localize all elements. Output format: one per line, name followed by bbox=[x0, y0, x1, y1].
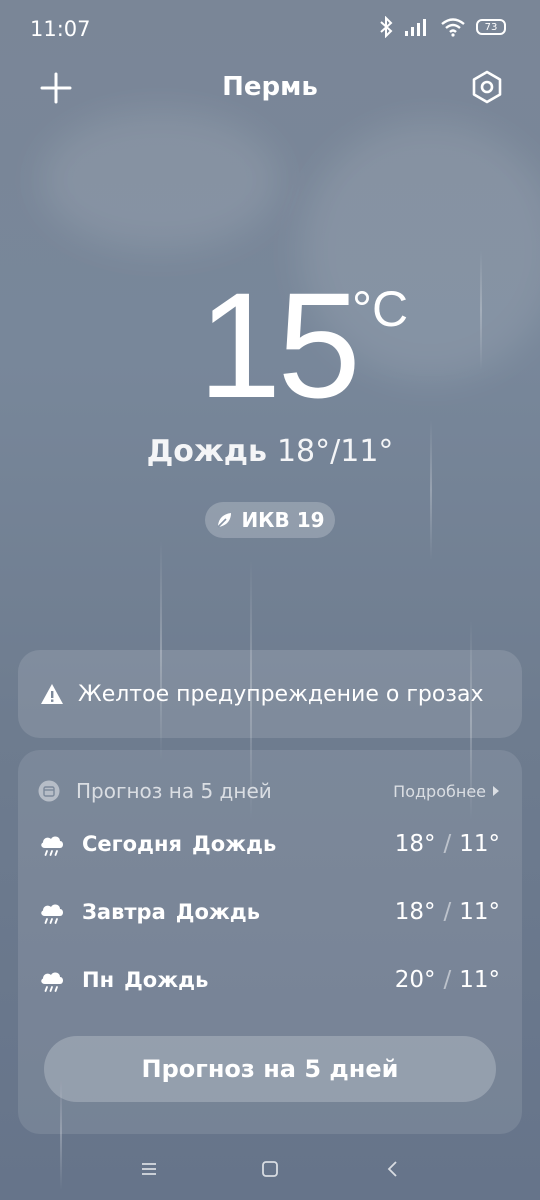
forecast-low: 11° bbox=[459, 899, 500, 925]
calendar-icon bbox=[38, 780, 60, 802]
rain-cloud-icon bbox=[41, 836, 63, 856]
rain-cloud-icon bbox=[41, 904, 63, 924]
forecast-day: Завтра bbox=[82, 900, 166, 924]
current-condition-line: Дождь 18°/11° bbox=[0, 434, 540, 469]
forecast-low: 11° bbox=[459, 967, 500, 993]
forecast-temps: 18° / 11° bbox=[395, 831, 500, 857]
nav-back-button[interactable] bbox=[378, 1154, 408, 1184]
temperature-unit: °C bbox=[352, 281, 409, 337]
current-temperature: 15 bbox=[198, 261, 361, 429]
top-bar: Пермь bbox=[0, 64, 540, 112]
settings-hex-icon bbox=[472, 70, 502, 104]
forecast-high: 18° bbox=[394, 899, 436, 925]
forecast-more-label: Подробнее bbox=[393, 781, 486, 801]
forecast-row[interactable]: Сегодня Дождь 18° / 11° bbox=[38, 826, 500, 862]
signal-icon bbox=[405, 19, 426, 36]
status-time: 11:07 bbox=[30, 17, 91, 41]
forecast-more-link[interactable]: Подробнее bbox=[393, 782, 500, 801]
cloud-decoration bbox=[40, 110, 280, 250]
forecast-day: Сегодня bbox=[82, 832, 183, 856]
battery-indicator: 73 bbox=[476, 19, 506, 35]
nav-home-button[interactable] bbox=[255, 1154, 285, 1184]
system-nav-bar bbox=[0, 1140, 540, 1200]
current-temperature-block: 15 °C bbox=[0, 270, 540, 420]
settings-button[interactable] bbox=[470, 70, 504, 104]
forecast-day: Пн bbox=[82, 968, 115, 992]
rain-cloud-icon bbox=[41, 972, 63, 992]
forecast-low: 11° bbox=[459, 831, 500, 857]
forecast-temps: 18° / 11° bbox=[395, 899, 500, 925]
temp-separator: / bbox=[443, 967, 452, 993]
caret-right-icon bbox=[493, 786, 499, 796]
forecast-condition: Дождь bbox=[192, 832, 277, 856]
warning-text: Желтое предупреждение о грозах bbox=[78, 681, 484, 707]
forecast-card: Прогноз на 5 дней Подробнее Сегодня Дожд… bbox=[18, 750, 522, 1134]
nav-menu-button[interactable] bbox=[134, 1154, 164, 1184]
forecast-header: Прогноз на 5 дней Подробнее bbox=[38, 778, 500, 804]
aqi-badge[interactable]: ИКВ 19 bbox=[205, 502, 335, 538]
leaf-icon bbox=[217, 513, 232, 528]
current-condition: Дождь bbox=[146, 434, 267, 469]
forecast-condition: Дождь bbox=[175, 900, 261, 924]
forecast-row[interactable]: Пн Дождь 20° / 11° bbox=[38, 962, 500, 998]
back-chevron-icon bbox=[387, 1161, 397, 1177]
forecast-high: 18° bbox=[394, 831, 436, 857]
forecast-header-title: Прогноз на 5 дней bbox=[76, 779, 272, 803]
current-range: 18°/11° bbox=[276, 434, 394, 469]
temp-separator: / bbox=[443, 899, 452, 925]
home-square-icon bbox=[262, 1161, 278, 1177]
temp-separator: / bbox=[443, 831, 452, 857]
forecast-condition: Дождь bbox=[124, 968, 209, 992]
city-title: Пермь bbox=[222, 72, 318, 102]
forecast-row[interactable]: Завтра Дождь 18° / 11° bbox=[38, 894, 500, 930]
weather-warning-card[interactable]: Желтое предупреждение о грозах bbox=[18, 650, 522, 738]
menu-icon bbox=[142, 1163, 156, 1175]
forecast-temps: 20° / 11° bbox=[395, 967, 500, 993]
bluetooth-icon bbox=[380, 16, 393, 38]
status-bar: 11:07 73 bbox=[0, 0, 540, 58]
aqi-label: ИКВ 19 bbox=[241, 508, 325, 532]
wifi-icon bbox=[441, 18, 465, 37]
warning-triangle-icon bbox=[41, 684, 63, 704]
five-day-forecast-button[interactable]: Прогноз на 5 дней bbox=[44, 1036, 496, 1102]
status-icons: 73 bbox=[378, 16, 506, 38]
forecast-high: 20° bbox=[394, 967, 436, 993]
